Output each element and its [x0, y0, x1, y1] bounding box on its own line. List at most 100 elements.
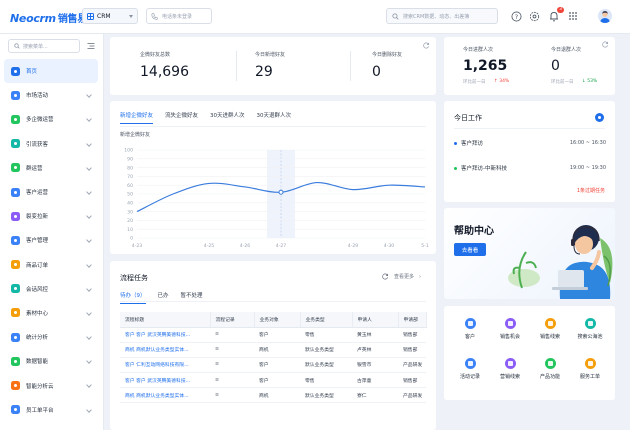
- sidebar-item[interactable]: 智能分析云: [4, 373, 98, 397]
- go-see-button[interactable]: 去看看: [454, 243, 486, 256]
- table-cell: 客户: [254, 372, 300, 389]
- quick-link[interactable]: 搜索公海池: [572, 318, 608, 352]
- task-title-link[interactable]: 客户 仁利互动网络科技有限...: [120, 357, 210, 374]
- sidebar-item[interactable]: 素材中心: [4, 301, 98, 325]
- flow-tasks-card: 流程任务 查看更多 › 待办（9） 已办 暂不处理 流程标题 流程记录 业务对象 业务类型…: [110, 261, 436, 430]
- sidebar-item[interactable]: 裂变拉新: [4, 204, 98, 228]
- settings-icon[interactable]: [528, 10, 540, 22]
- quick-link-label: 搜索公海池: [577, 334, 603, 340]
- collapse-menu-icon[interactable]: [87, 42, 95, 50]
- menu-item-label: 市场活动: [26, 93, 49, 100]
- task-title-link[interactable]: 客户 客户 武汉英腾美德科技...: [120, 327, 210, 343]
- sidebar-item[interactable]: 客户运营: [4, 180, 98, 204]
- refresh-icon[interactable]: [423, 42, 430, 49]
- brand-logo[interactable]: Neocrm 销售易: [10, 10, 87, 25]
- help-center-card: 帮助中心 去看看: [444, 208, 615, 299]
- sidebar-item[interactable]: 多企微运营: [4, 107, 98, 131]
- record-icon[interactable]: ≡: [210, 342, 254, 358]
- quick-link[interactable]: 活动记录: [452, 358, 488, 392]
- view-more-link[interactable]: 查看更多: [394, 273, 414, 280]
- app-switcher[interactable]: CRM: [82, 8, 138, 24]
- x-tick-label: 4-29: [348, 243, 359, 249]
- sidebar-item[interactable]: 会话风控: [4, 277, 98, 301]
- data-point[interactable]: [278, 189, 284, 195]
- quick-link-label: 销售机会: [499, 334, 520, 340]
- divider: [350, 51, 351, 81]
- refresh-icon[interactable]: [382, 273, 389, 280]
- sidebar-item[interactable]: 群运营: [4, 156, 98, 180]
- sidebar-item[interactable]: 首页: [4, 59, 98, 84]
- x-tick-label: 4-27: [276, 243, 287, 249]
- work-item[interactable]: 客户拜访 16:00 ~ 16:30: [454, 138, 606, 148]
- chevron-down-icon: [129, 14, 133, 18]
- record-icon[interactable]: ≡: [210, 387, 254, 404]
- flow-tab[interactable]: 暂不处理: [181, 291, 203, 304]
- quick-link[interactable]: 营销线索: [492, 358, 528, 392]
- y-tick-label: 20: [127, 218, 133, 224]
- table-row[interactable]: 商机 商机默认业务类型实体... ≡ 商机 默认业务类型 卢英林 销售部: [120, 342, 426, 358]
- quick-link-label: 客户: [464, 334, 475, 340]
- sidebar-item[interactable]: 市场活动: [4, 83, 98, 107]
- kpi-value-leave: 0: [551, 58, 560, 74]
- sidebar-item[interactable]: 引流获客: [4, 132, 98, 156]
- column-header: 业务类型: [300, 312, 353, 328]
- overdue-tasks-link[interactable]: 1条过期任务: [577, 187, 605, 194]
- kpi-label-join: 今日进群人次: [463, 47, 494, 53]
- table-cell: 客户: [254, 327, 300, 343]
- quick-link[interactable]: 销售线索: [532, 318, 568, 352]
- work-item-time: 19:00 ~ 19:30: [569, 165, 606, 171]
- record-icon[interactable]: ≡: [210, 372, 254, 389]
- table-row[interactable]: 客户 客户 武汉英腾美德科技... ≡ 客户 零售 古萍童 销售部: [120, 372, 426, 389]
- help-icon[interactable]: ?: [510, 10, 522, 22]
- sidebar-item[interactable]: 客户管理: [4, 228, 98, 252]
- kpi-label-leave: 今日退群人次: [551, 47, 582, 53]
- flow-tasks-actions: 查看更多 ›: [382, 273, 421, 280]
- table-row[interactable]: 商机 商机默认业务类型实体... ≡ 商机 默认业务类型 寮仁 产品研发: [120, 387, 426, 404]
- add-task-button[interactable]: [595, 113, 604, 122]
- task-title-link[interactable]: 商机 商机默认业务类型实体...: [120, 387, 210, 404]
- table-row[interactable]: 客户 仁利互动网络科技有限... ≡ 客户 默认业务类型 银雪市 产品研发: [120, 357, 426, 374]
- refresh-icon[interactable]: [602, 41, 609, 48]
- sidebar-item[interactable]: 商品订单: [4, 253, 98, 277]
- menu-item-icon: [11, 163, 20, 173]
- quick-link-icon: [544, 318, 556, 329]
- record-icon[interactable]: ≡: [210, 357, 254, 374]
- kpi-value-join: 1,265: [463, 58, 508, 74]
- table-row[interactable]: 客户 客户 武汉英腾美德科技... ≡ 客户 零售 黄玉林 销售部: [120, 327, 426, 343]
- chevron-down-icon: [86, 237, 92, 244]
- y-tick-label: 50: [127, 192, 133, 198]
- apps-grid-icon[interactable]: [567, 10, 579, 22]
- quick-link[interactable]: 产品功能: [532, 358, 568, 392]
- task-title-link[interactable]: 商机 商机默认业务类型实体...: [120, 342, 210, 358]
- bell-icon[interactable]: 3: [548, 7, 564, 22]
- menu-item-label: 多企微运营: [26, 117, 54, 124]
- chevron-down-icon: [86, 164, 92, 171]
- work-item[interactable]: 客户拜访-中新科技 19:00 ~ 19:30: [454, 163, 606, 173]
- sidebar-item[interactable]: 统计分析: [4, 325, 98, 349]
- friends-kpi-card: 企微好友总数 14,696 今日新增好友 29 今日删除好友 0: [110, 37, 436, 95]
- chevron-down-icon: [86, 285, 92, 292]
- menu-item-icon: [11, 235, 20, 245]
- record-icon[interactable]: ≡: [210, 327, 254, 343]
- user-avatar[interactable]: [598, 9, 612, 23]
- flow-tab[interactable]: 已办: [158, 291, 169, 304]
- task-title-link[interactable]: 客户 客户 武汉英腾美德科技...: [120, 372, 210, 389]
- menu-item-label: 商品订单: [26, 262, 49, 269]
- quick-link[interactable]: 销售机会: [492, 318, 528, 352]
- sidebar-item[interactable]: 员工单平台: [4, 398, 98, 422]
- phone-bar[interactable]: 电话条未登录: [146, 8, 212, 24]
- quick-link[interactable]: 客户: [452, 318, 488, 352]
- flow-tab[interactable]: 待办（9）: [120, 291, 146, 304]
- global-search-input[interactable]: 搜索CRM数据、动态、出差簿: [386, 8, 498, 24]
- y-tick-label: 70: [127, 174, 133, 180]
- menu-search-input[interactable]: 搜索菜单...: [8, 39, 80, 53]
- chevron-down-icon: [86, 261, 92, 268]
- menu-item-icon: [11, 284, 20, 294]
- trend-chart-card: 新增企微好友 流失企微好友 30天进群人次 30天退群人次 新增企微好友 0 10 20 3…: [110, 101, 436, 254]
- search-icon: [392, 12, 399, 20]
- quick-link[interactable]: 服务工单: [572, 358, 608, 392]
- divider: [236, 51, 237, 81]
- sidebar-item[interactable]: 数据智能: [4, 349, 98, 373]
- line-chart[interactable]: 0 10 20 30 40 50 60 70 80 90 100 4-23 4-25 4-26 4-27 4-…: [110, 101, 436, 254]
- x-tick-label: 4-30: [384, 243, 395, 249]
